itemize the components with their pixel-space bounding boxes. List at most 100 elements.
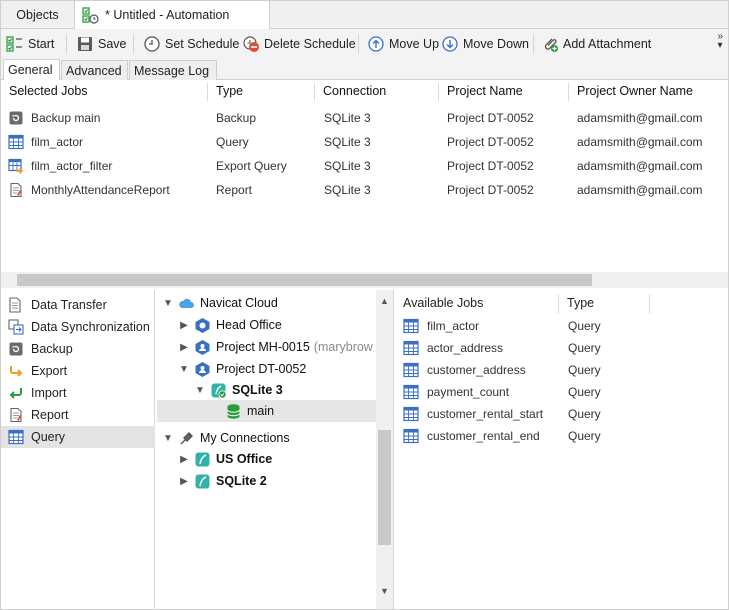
tree-node-us-office[interactable]: ▶ US Office	[177, 448, 272, 470]
job-connection: SQLite 3	[324, 111, 371, 125]
query-icon	[8, 134, 24, 150]
chevron-down-icon[interactable]: ▼	[177, 364, 191, 375]
tab-automation-label: * Untitled - Automation	[105, 8, 230, 22]
column-header-type[interactable]: Type	[560, 290, 594, 316]
column-divider[interactable]	[558, 294, 559, 314]
list-item[interactable]: payment_count Query	[396, 381, 729, 403]
scrollbar-thumb[interactable]	[17, 274, 592, 286]
available-job-type: Query	[568, 407, 601, 421]
data-transfer-icon	[9, 297, 21, 313]
job-owner: adamsmith@gmail.com	[577, 135, 703, 149]
start-button[interactable]: Start	[6, 33, 54, 55]
list-item[interactable]: customer_address Query	[396, 359, 729, 381]
chevron-right-icon[interactable]: ▶	[177, 454, 191, 465]
tree-node-main[interactable]: main	[225, 400, 274, 422]
delete-schedule-button[interactable]: Delete Schedule	[242, 33, 356, 55]
tab-objects[interactable]: Objects	[0, 0, 75, 29]
shared-project-icon	[195, 361, 210, 377]
save-label: Save	[98, 37, 127, 51]
tab-automation[interactable]: * Untitled - Automation	[75, 0, 270, 30]
toolbar-divider	[358, 34, 359, 54]
move-down-button[interactable]: Move Down	[441, 33, 529, 55]
chevron-down-icon[interactable]: ▼	[161, 433, 175, 444]
job-type: Export Query	[216, 159, 287, 173]
table-row[interactable]: Backup main Backup SQLite 3 Project DT-0…	[0, 106, 729, 130]
available-job-name: actor_address	[427, 341, 504, 355]
tree-node-label: Project DT-0052	[216, 362, 307, 376]
table-row[interactable]: film_actor Query SQLite 3 Project DT-005…	[0, 130, 729, 154]
horizontal-scrollbar[interactable]	[0, 272, 729, 288]
category-item-export[interactable]: Export	[0, 360, 155, 382]
category-item-backup[interactable]: Backup	[0, 338, 155, 360]
available-job-type: Query	[568, 385, 601, 399]
column-header-type[interactable]: Type	[207, 80, 243, 104]
toolbar-overflow-button[interactable]: » ▾	[717, 32, 723, 51]
category-label: Data Synchronization	[31, 320, 150, 334]
chevron-right-icon[interactable]: ▶	[177, 342, 191, 353]
chevron-down-icon[interactable]: ▼	[161, 298, 175, 309]
chevron-right-icon[interactable]: ▶	[177, 320, 191, 331]
job-type: Backup	[216, 111, 257, 125]
tab-advanced[interactable]: Advanced	[61, 60, 128, 80]
column-header-available-jobs[interactable]: Available Jobs	[396, 290, 483, 316]
tree-vertical-scrollbar[interactable]: ▲ ▼	[376, 290, 393, 610]
category-item-import[interactable]: Import	[0, 382, 155, 404]
job-owner: adamsmith@gmail.com	[577, 159, 703, 173]
job-name: film_actor_filter	[31, 159, 113, 173]
report-icon	[10, 182, 22, 198]
category-item-data-synchronization[interactable]: Data Synchronization	[0, 316, 155, 338]
list-item[interactable]: actor_address Query	[396, 337, 729, 359]
tree-node-head-office[interactable]: ▶ Head Office	[177, 314, 282, 336]
chevron-right-icon[interactable]: ▶	[177, 476, 191, 487]
column-header-project-owner[interactable]: Project Owner Name	[568, 80, 693, 104]
tree-node-label: My Connections	[200, 431, 290, 445]
job-type: Query	[216, 135, 249, 149]
scroll-up-icon[interactable]: ▲	[376, 296, 393, 306]
job-connection: SQLite 3	[324, 135, 371, 149]
sqlite-connection-icon	[195, 452, 210, 466]
add-attachment-button[interactable]: Add Attachment	[541, 33, 651, 55]
tree-node-label: SQLite 3	[232, 383, 283, 397]
export-query-icon	[8, 158, 24, 174]
category-item-query[interactable]: Query	[0, 426, 155, 448]
tree-node-my-connections[interactable]: ▼ My Connections	[161, 427, 290, 449]
category-item-report[interactable]: Report	[0, 404, 155, 426]
job-project: Project DT-0052	[447, 159, 534, 173]
table-row[interactable]: MonthlyAttendanceReport Report SQLite 3 …	[0, 178, 729, 202]
tree-node-navicat-cloud[interactable]: ▼ Navicat Cloud	[161, 292, 278, 314]
tab-message-log[interactable]: Message Log	[129, 60, 217, 80]
list-item[interactable]: customer_rental_end Query	[396, 425, 729, 447]
document-tab-bar: Objects * Untitled - Automation	[0, 0, 729, 30]
available-job-type: Query	[568, 363, 601, 377]
column-divider[interactable]	[649, 294, 650, 314]
column-header-project-name[interactable]: Project Name	[438, 80, 523, 104]
set-schedule-button[interactable]: Set Schedule	[143, 33, 239, 55]
available-job-name: film_actor	[427, 319, 480, 333]
backup-icon	[9, 111, 23, 125]
database-icon	[227, 403, 240, 419]
category-item-data-transfer[interactable]: Data Transfer	[0, 294, 155, 316]
chevron-down-icon: ▾	[717, 40, 723, 51]
tree-node-project-mh-0015[interactable]: ▶ Project MH-0015 (marybrow	[177, 336, 373, 358]
tree-node-sqlite-3[interactable]: ▼ SQLite 3	[193, 379, 283, 401]
column-header-connection[interactable]: Connection	[314, 80, 386, 104]
tree-node-sqlite-2[interactable]: ▶ SQLite 2	[177, 470, 267, 492]
selected-jobs-table: Selected Jobs Type Connection Project Na…	[0, 80, 729, 272]
column-header-selected-jobs[interactable]: Selected Jobs	[0, 80, 88, 104]
scrollbar-thumb[interactable]	[378, 430, 391, 545]
category-label: Backup	[31, 342, 73, 356]
shared-project-icon	[195, 339, 210, 355]
chevron-down-icon[interactable]: ▼	[193, 385, 207, 396]
list-item[interactable]: customer_rental_start Query	[396, 403, 729, 425]
list-item[interactable]: film_actor Query	[396, 315, 729, 337]
tab-general[interactable]: General	[3, 59, 60, 80]
job-type: Report	[216, 183, 253, 197]
tree-node-label: Navicat Cloud	[200, 296, 278, 310]
move-up-button[interactable]: Move Up	[367, 33, 439, 55]
tree-node-project-dt-0052[interactable]: ▼ Project DT-0052	[177, 358, 306, 380]
scroll-down-icon[interactable]: ▼	[376, 586, 393, 596]
job-name: film_actor	[31, 135, 84, 149]
category-label: Data Transfer	[31, 298, 107, 312]
table-row[interactable]: film_actor_filter Export Query SQLite 3 …	[0, 154, 729, 178]
save-button[interactable]: Save	[76, 33, 127, 55]
